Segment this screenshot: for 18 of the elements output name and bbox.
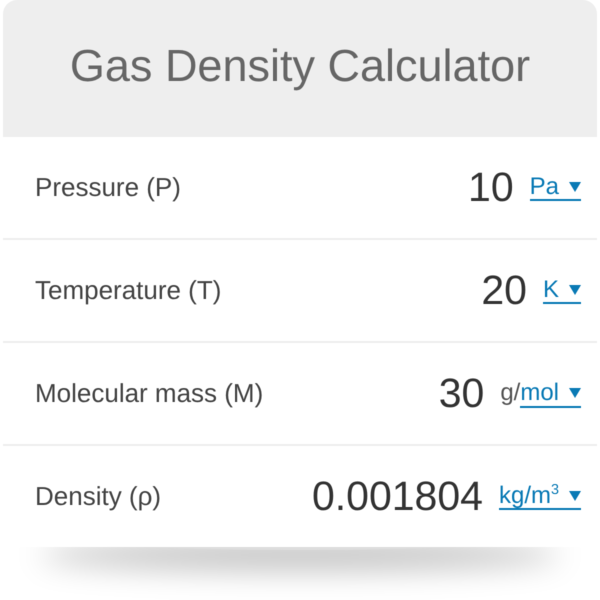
field-label: Molecular mass (M) — [35, 378, 264, 409]
input-field[interactable]: 10 — [468, 164, 514, 211]
input-field[interactable]: 20 — [481, 267, 527, 314]
input-field[interactable]: 0.001804 — [312, 473, 483, 520]
field-label: Density (ρ) — [35, 481, 162, 512]
unit-dropdown[interactable]: Pa — [530, 174, 581, 202]
caret-icon — [569, 490, 581, 500]
caret-icon — [569, 388, 581, 398]
caret-icon — [569, 182, 581, 192]
unit-dropdown[interactable]: K — [542, 276, 581, 304]
input-field[interactable]: 30 — [438, 370, 484, 417]
unit-prefix: g/ — [500, 379, 520, 408]
calculator-title: Gas Density Calculator — [70, 40, 530, 92]
field-label: Temperature (T) — [35, 275, 222, 306]
unit-dropdown[interactable]: mol — [520, 380, 581, 408]
caret-icon — [569, 284, 581, 294]
unit-dropdown[interactable]: kg/m$^{3}$ — [498, 482, 581, 510]
field-label: Pressure (P) — [35, 172, 181, 203]
